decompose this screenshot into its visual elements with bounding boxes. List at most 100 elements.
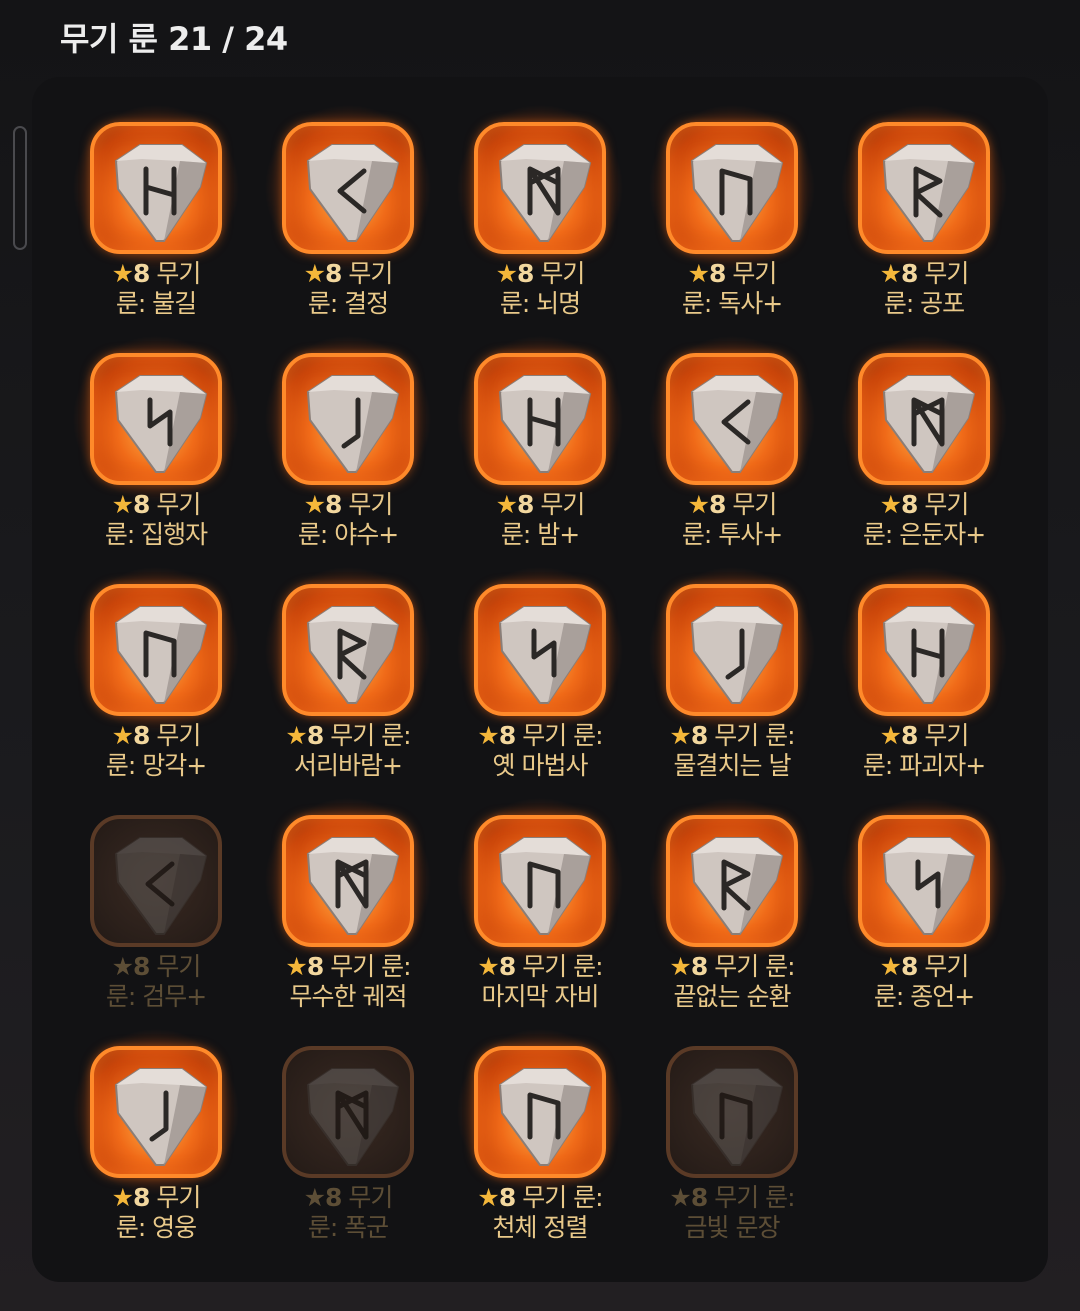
rune-label: ★8 무기 룬: 폭군 — [252, 1183, 444, 1243]
rune-card[interactable]: ★8 무기 룬: 영웅 — [60, 1000, 252, 1242]
rune-type-text: 무기 — [924, 721, 969, 750]
rune-frame — [474, 122, 606, 254]
rune-card[interactable]: ★8 무기 룬: 집행자 — [60, 307, 252, 549]
star-icon: ★ — [879, 490, 902, 519]
rune-type-text: 무기 — [348, 490, 393, 519]
rune-label-line1: ★8 무기 — [60, 259, 252, 289]
rune-stone-icon — [690, 606, 784, 704]
rune-star-count: 8 — [325, 1183, 342, 1212]
rune-type-text: 무기 — [348, 259, 393, 288]
rune-card[interactable]: ★8 무기 룬: 금빛 문장 — [636, 1000, 828, 1242]
rune-stone-icon — [498, 1068, 592, 1166]
rune-frame — [858, 815, 990, 947]
rune-icon — [648, 566, 816, 734]
rune-frame — [666, 815, 798, 947]
rune-frame — [282, 584, 414, 716]
rune-stone-icon — [882, 144, 976, 242]
star-icon: ★ — [879, 259, 902, 288]
rune-icon — [456, 1028, 624, 1196]
rune-stone-icon — [306, 1068, 400, 1166]
rune-icon — [72, 1028, 240, 1196]
rune-icon — [456, 797, 624, 965]
rune-stone-icon — [498, 375, 592, 473]
rune-label-line1: ★8 무기 룬: — [252, 952, 444, 982]
rune-card[interactable]: ★8 무기 룬: 마지막 자비 — [444, 769, 636, 1011]
rune-icon — [264, 566, 432, 734]
rune-icon — [72, 104, 240, 272]
rune-label: ★8 무기 룬: 영웅 — [60, 1183, 252, 1243]
star-icon: ★ — [303, 490, 326, 519]
rune-label-line1: ★8 무기 — [828, 952, 1020, 982]
rune-icon — [456, 104, 624, 272]
rune-card[interactable]: ★8 무기 룬: 물결치는 날 — [636, 538, 828, 780]
rune-card[interactable]: ★8 무기 룬: 야수+ — [252, 307, 444, 549]
rune-stone-icon — [114, 1068, 208, 1166]
rune-card[interactable]: ★8 무기 룬: 종언+ — [828, 769, 1020, 1011]
rune-frame — [474, 353, 606, 485]
rune-frame — [282, 353, 414, 485]
rune-frame — [666, 122, 798, 254]
rune-card[interactable]: ★8 무기 룬: 폭군 — [252, 1000, 444, 1242]
rune-card[interactable]: ★8 무기 룬: 망각+ — [60, 538, 252, 780]
rune-icon — [72, 566, 240, 734]
rune-icon — [90, 815, 222, 947]
rune-card[interactable]: ★8 무기 룬: 검무+ — [60, 769, 252, 1011]
rune-card[interactable]: ★8 무기 룬: 끝없는 순환 — [636, 769, 828, 1011]
rune-icon — [282, 1046, 414, 1178]
rune-card[interactable]: ★8 무기 룬: 독사+ — [636, 76, 828, 318]
rune-card[interactable]: ★8 무기 룬: 서리바람+ — [252, 538, 444, 780]
rune-star-count: 8 — [133, 1183, 150, 1212]
star-icon: ★ — [687, 259, 710, 288]
rune-stone-icon — [690, 375, 784, 473]
rune-stone-icon — [114, 375, 208, 473]
rune-card[interactable]: ★8 무기 룬: 은둔자+ — [828, 307, 1020, 549]
rune-stone-icon — [114, 606, 208, 704]
rune-stone-icon — [882, 837, 976, 935]
rune-icon — [456, 566, 624, 734]
rune-card[interactable]: ★8 무기 룬: 밤+ — [444, 307, 636, 549]
rune-type-text: 무기 — [540, 490, 585, 519]
rune-frame — [858, 122, 990, 254]
rune-label-line1: ★8 무기 룬: — [444, 721, 636, 751]
rune-label-line1: ★8 무기 — [636, 490, 828, 520]
rune-icon — [840, 335, 1008, 503]
rune-card[interactable]: ★8 무기 룬: 파괴자+ — [828, 538, 1020, 780]
rune-frame — [90, 815, 222, 947]
rune-stone-icon — [114, 144, 208, 242]
rune-name-text: 룬: 종언+ — [873, 982, 975, 1011]
rune-card[interactable]: ★8 무기 룬: 불길 — [60, 76, 252, 318]
rune-card[interactable]: ★8 무기 룬: 공포 — [828, 76, 1020, 318]
rune-star-count: 8 — [690, 1183, 708, 1212]
rune-type-text: 무기 룬: — [522, 721, 603, 750]
rune-card[interactable]: ★8 무기 룬: 무수한 궤적 — [252, 769, 444, 1011]
star-icon: ★ — [285, 952, 307, 981]
rune-grid: ★8 무기 룬: 불길 ★8 무기 룬: 결정 ★8 무기 룬: 뇌명 ★8 무기 룬: 독사… — [0, 0, 1080, 1311]
rune-star-count: 8 — [498, 721, 516, 750]
star-icon: ★ — [303, 259, 326, 288]
rune-type-text: 무기 — [156, 490, 201, 519]
rune-label-line1: ★8 무기 룬: — [444, 952, 636, 982]
rune-star-count: 8 — [709, 259, 726, 288]
rune-type-text: 무기 룬: — [522, 1183, 603, 1212]
rune-stone-icon — [690, 144, 784, 242]
rune-card[interactable]: ★8 무기 룬: 천체 정렬 — [444, 1000, 636, 1242]
rune-star-count: 8 — [901, 952, 918, 981]
rune-star-count: 8 — [306, 721, 324, 750]
rune-card[interactable]: ★8 무기 룬: 옛 마법사 — [444, 538, 636, 780]
rune-frame — [90, 584, 222, 716]
rune-icon — [840, 104, 1008, 272]
star-icon: ★ — [669, 721, 691, 750]
rune-star-count: 8 — [690, 952, 708, 981]
rune-star-count: 8 — [901, 490, 918, 519]
rune-card[interactable]: ★8 무기 룬: 결정 — [252, 76, 444, 318]
rune-frame — [474, 1046, 606, 1178]
rune-type-text: 무기 — [924, 490, 969, 519]
rune-star-count: 8 — [133, 721, 150, 750]
rune-card[interactable]: ★8 무기 룬: 투사+ — [636, 307, 828, 549]
rune-label-line1: ★8 무기 — [828, 259, 1020, 289]
rune-label-line1: ★8 무기 — [60, 952, 252, 982]
rune-frame — [90, 1046, 222, 1178]
rune-label-line1: ★8 무기 — [252, 259, 444, 289]
star-icon: ★ — [111, 721, 134, 750]
rune-card[interactable]: ★8 무기 룬: 뇌명 — [444, 76, 636, 318]
